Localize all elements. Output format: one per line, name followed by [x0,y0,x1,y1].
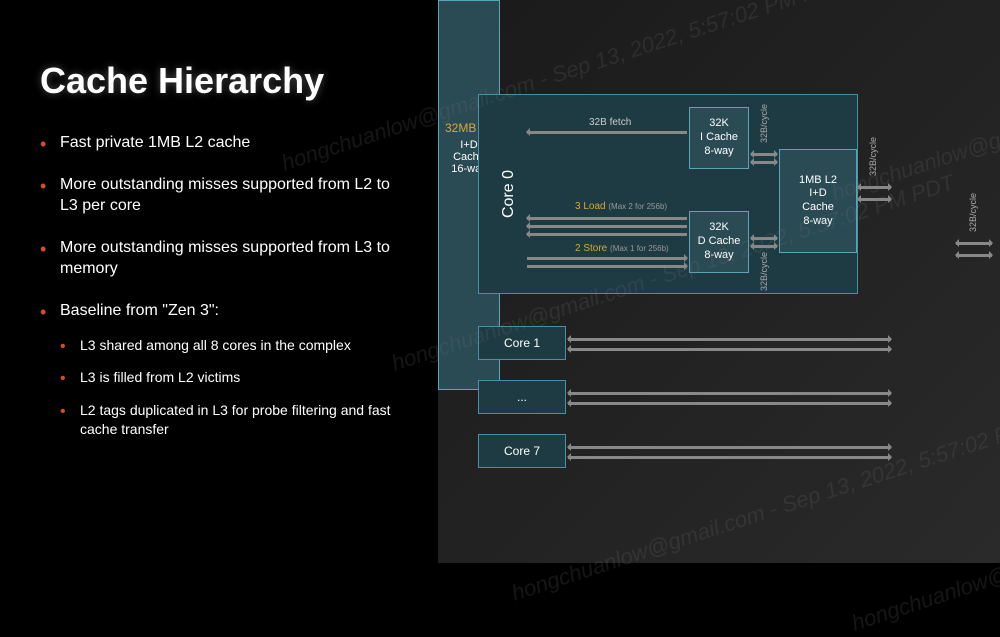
icache-size: 32K [690,117,748,131]
bullet-item: More outstanding misses supported from L… [40,237,408,280]
dcache-label: D Cache [690,235,748,249]
l3-label: I+D [460,139,477,151]
core7-arrow-2 [568,456,891,459]
core1-arrow-1 [568,338,891,341]
dcache-way: 8-way [690,249,748,263]
bullet-item: Baseline from "Zen 3": L3 shared among a… [40,300,408,439]
core7-box: Core 7 [478,434,566,468]
load-arrow-1 [527,217,687,220]
load-arrow-2 [527,225,687,228]
core-ellipsis-box: ... [478,380,566,414]
dcache-size: 32K [690,221,748,235]
store-label: 2 Store (Max 1 for 256b) [575,243,669,254]
sub-bullet-list: L3 shared among all 8 cores in the compl… [60,336,408,440]
core1-box: Core 1 [478,326,566,360]
core7-arrow-1 [568,446,891,449]
l2-l3-bw: 32B/cycle [868,137,878,176]
icache-l2-bw: 32B/cycle [759,104,769,143]
store-arrow-1 [527,257,687,260]
load-label: 3 Load (Max 2 for 256b) [575,201,667,212]
diagram-panel: Core 0 32K I Cache 8-way 32K D Cache 8-w… [438,0,1000,563]
load-arrow-3 [527,233,687,236]
core-ellipsis-arrow-1 [568,392,891,395]
l2-l3-arrow-2 [858,198,891,201]
dcache-l2-bw: 32B/cycle [759,252,769,291]
store-arrow-2 [527,265,687,268]
l2-box: 1MB L2 I+D Cache 8-way [779,149,857,253]
bullet-list: Fast private 1MB L2 cache More outstandi… [40,132,408,439]
fetch-arrow [527,131,687,134]
sub-bullet-item: L3 is filled from L2 victims [60,368,408,387]
l2-label2: Cache [780,201,856,215]
l3-mem-arrow-1 [956,242,992,245]
fetch-label: 32B fetch [589,117,631,128]
icache-label: I Cache [690,131,748,145]
dcache-l2-arrow-2 [751,245,777,248]
l3-mem-arrow-2 [956,254,992,257]
core1-arrow-2 [568,348,891,351]
core-ellipsis-arrow-2 [568,402,891,405]
bullet-item: Fast private 1MB L2 cache [40,132,408,154]
cache-diagram: Core 0 32K I Cache 8-way 32K D Cache 8-w… [438,0,1000,563]
bullet-text: Baseline from "Zen 3": [60,302,219,319]
bullet-item: More outstanding misses supported from L… [40,174,408,217]
l2-size: 1MB L2 [780,174,856,188]
icache-l2-arrow-1 [751,153,777,156]
l2-way: 8-way [780,215,856,229]
l2-label: I+D [780,187,856,201]
sub-bullet-item: L2 tags duplicated in L3 for probe filte… [60,401,408,439]
slide-title: Cache Hierarchy [40,60,408,102]
core0-box: Core 0 32K I Cache 8-way 32K D Cache 8-w… [478,94,858,294]
icache-box: 32K I Cache 8-way [689,107,749,169]
icache-way: 8-way [690,145,748,159]
icache-l2-arrow-2 [751,161,777,164]
text-panel: Cache Hierarchy Fast private 1MB L2 cach… [0,0,438,563]
core0-label: Core 0 [500,170,518,218]
l2-l3-arrow-1 [858,186,891,189]
dcache-l2-arrow-1 [751,237,777,240]
sub-bullet-item: L3 shared among all 8 cores in the compl… [60,336,408,355]
l3-mem-bw: 32B/cycle [968,193,978,232]
dcache-box: 32K D Cache 8-way [689,211,749,273]
